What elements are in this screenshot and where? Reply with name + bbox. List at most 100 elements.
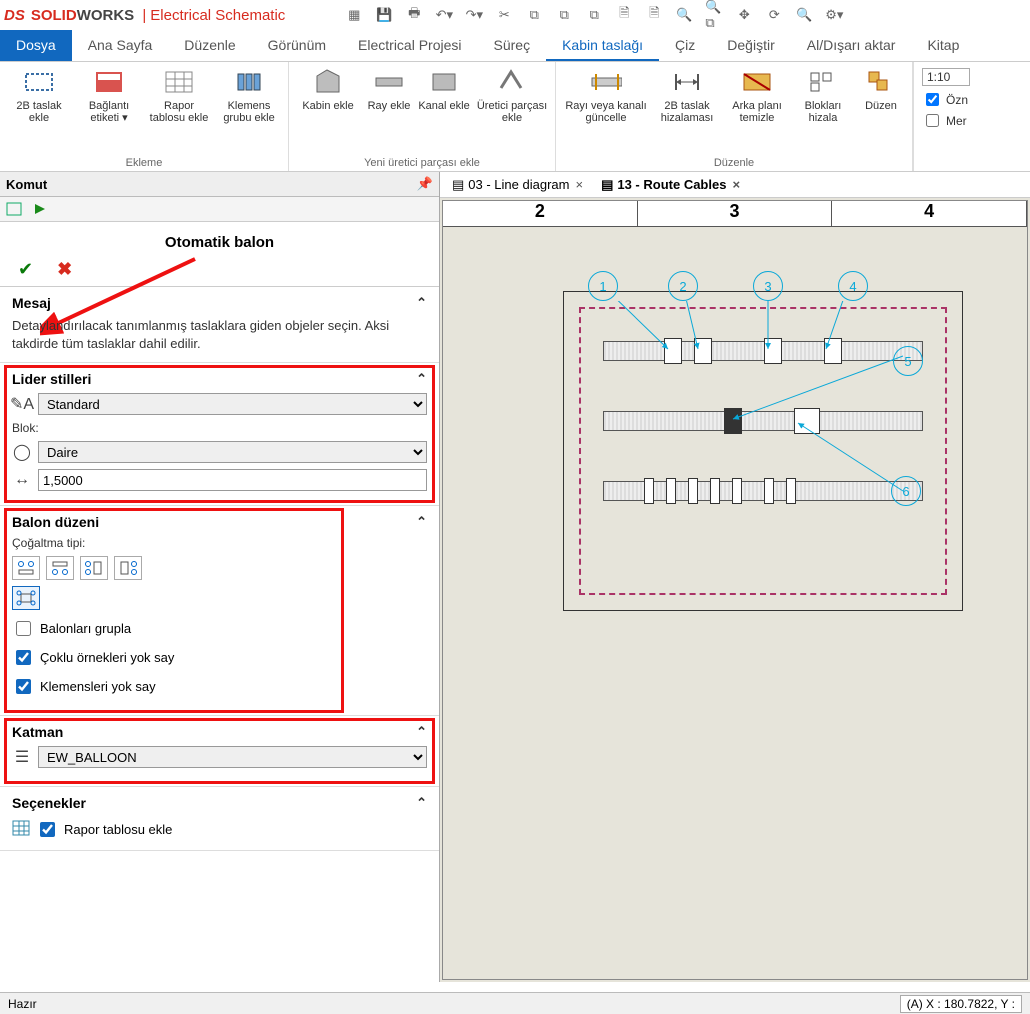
save-icon[interactable]: 💾	[375, 6, 393, 24]
menu-project[interactable]: Electrical Projesi	[342, 30, 477, 61]
app-brand: SOLIDWORKS |Electrical Schematic	[31, 7, 285, 24]
scale-select[interactable]: 1:10	[922, 68, 970, 86]
ribbon: 2B taslak ekle Bağlantı etiketi ▾ Rapor …	[0, 62, 1030, 172]
zoomarea-icon[interactable]: 🔍⧉	[705, 6, 723, 24]
chk-rapor[interactable]: Rapor tablosu ekle	[12, 819, 427, 840]
zoom-icon[interactable]: 🔍	[675, 6, 693, 24]
katman-select[interactable]: EW_BALLOON	[38, 746, 427, 768]
rb-duzen[interactable]: Düzen	[856, 64, 906, 155]
ribbon-right-options: 1:10 Özn Mer	[913, 62, 983, 171]
menu-edit[interactable]: Düzenle	[168, 30, 251, 61]
section-lider: Lider stilleri⌃ ✎A Standard Blok: ◯ Dair…	[0, 363, 439, 506]
menu-file[interactable]: Dosya	[0, 30, 72, 61]
section-secenekler: Seçenekler⌃ Rapor tablosu ekle	[0, 787, 439, 851]
rb-kanal[interactable]: Kanal ekle	[417, 64, 471, 155]
doc-tab-2[interactable]: ▤13 - Route Cables×	[595, 175, 748, 195]
opt-ozn[interactable]: Özn	[922, 90, 975, 109]
ribbon-group-label-1: Ekleme	[6, 155, 282, 171]
status-bar: Hazır (A) X : 180.7822, Y :	[0, 992, 1030, 1014]
ribbon-group-label-3: Düzenle	[562, 155, 906, 171]
doc-icon: ▤	[601, 177, 613, 193]
status-ready: Hazır	[8, 997, 37, 1011]
rb-conn-label[interactable]: Bağlantı etiketi ▾	[76, 64, 142, 155]
pan-icon[interactable]: ✥	[735, 6, 753, 24]
rb-rayguncelle[interactable]: Rayı veya kanalı güncelle	[562, 64, 650, 155]
balloon-4[interactable]: 4	[838, 271, 868, 301]
menu-view[interactable]: Görünüm	[252, 30, 342, 61]
pattern-top-icon[interactable]	[12, 556, 40, 580]
leader-lines	[573, 301, 953, 601]
pattern-left-icon[interactable]	[80, 556, 108, 580]
menu-importexport[interactable]: Al/Dışarı aktar	[791, 30, 912, 61]
collapse-icon[interactable]: ⌃	[416, 795, 427, 811]
pin-icon[interactable]: 📌	[417, 176, 433, 192]
mesaj-body: Detaylandırılacak tanımlanmış taslaklara…	[12, 317, 427, 352]
doc-tab-1[interactable]: ▤03 - Line diagram×	[446, 175, 591, 195]
balloon-6[interactable]: 6	[891, 476, 921, 506]
balloon-shape-icon: ◯	[12, 442, 32, 462]
undo-icon[interactable]: ↶▾	[435, 6, 453, 24]
document-tabs: ▤03 - Line diagram× ▤13 - Route Cables×	[440, 172, 1030, 198]
section-mesaj: Mesaj⌃ Detaylandırılacak tanımlanmış tas…	[0, 287, 439, 363]
pattern-around-icon[interactable]	[12, 586, 40, 610]
cancel-button[interactable]: ✖	[57, 259, 72, 280]
paste2-icon[interactable]: ⧉	[585, 6, 603, 24]
menu-draw[interactable]: Çiz	[659, 30, 711, 61]
chk-grupla[interactable]: Balonları grupla	[12, 618, 427, 639]
collapse-icon[interactable]: ⌃	[416, 724, 427, 740]
balloon-1[interactable]: 1	[588, 271, 618, 301]
section-katman: Katman⌃ ☰ EW_BALLOON	[0, 716, 439, 787]
search-icon[interactable]: 🔍	[795, 6, 813, 24]
chk-coklu[interactable]: Çoklu örnekleri yok say	[12, 647, 427, 668]
redo-icon[interactable]: ↷▾	[465, 6, 483, 24]
refresh-icon[interactable]: ⟳	[765, 6, 783, 24]
new-icon[interactable]: ▦	[345, 6, 363, 24]
balloon-2[interactable]: 2	[668, 271, 698, 301]
ribbon-group-label-2: Yeni üretici parçası ekle	[295, 155, 549, 171]
menu-bar: Dosya Ana Sayfa Düzenle Görünüm Electric…	[0, 30, 1030, 62]
menu-process[interactable]: Süreç	[478, 30, 547, 61]
rb-hizalama[interactable]: 2B taslak hizalaması	[654, 64, 720, 155]
cut-icon[interactable]: ✂	[495, 6, 513, 24]
rb-kabin[interactable]: Kabin ekle	[295, 64, 361, 155]
balloon-5[interactable]: 5	[893, 346, 923, 376]
ok-button[interactable]: ✔	[18, 259, 33, 280]
close-icon[interactable]: ×	[573, 177, 585, 192]
rb-blok[interactable]: Blokları hizala	[794, 64, 852, 155]
balloon-3[interactable]: 3	[753, 271, 783, 301]
size-input[interactable]	[38, 469, 427, 491]
drawing-canvas[interactable]: 2 3 4	[442, 200, 1028, 980]
opt-mer[interactable]: Mer	[922, 111, 975, 130]
menu-home[interactable]: Ana Sayfa	[72, 30, 169, 61]
chk-klemens[interactable]: Klemensleri yok say	[12, 676, 427, 697]
tool-play-icon[interactable]	[30, 199, 50, 219]
drawing-ruler: 2 3 4	[443, 201, 1027, 227]
rb-klemens[interactable]: Klemens grubu ekle	[216, 64, 282, 155]
collapse-icon[interactable]: ⌃	[416, 295, 427, 311]
rb-uretici[interactable]: Üretici parçası ekle	[475, 64, 549, 155]
collapse-icon[interactable]: ⌃	[416, 514, 427, 530]
menu-change[interactable]: Değiştir	[711, 30, 790, 61]
blok-select[interactable]: Daire	[38, 441, 427, 463]
menu-book[interactable]: Kitap	[911, 30, 975, 61]
doc-icon: ▤	[452, 177, 464, 193]
rb-add-outline[interactable]: 2B taslak ekle	[6, 64, 72, 155]
paste-icon[interactable]: ⧉	[555, 6, 573, 24]
collapse-icon[interactable]: ⌃	[416, 371, 427, 387]
copy-icon[interactable]: ⧉	[525, 6, 543, 24]
table-icon	[12, 820, 30, 839]
rb-arka[interactable]: Arka planı temizle	[724, 64, 790, 155]
pattern-bottom-icon[interactable]	[46, 556, 74, 580]
rb-report[interactable]: Rapor tablosu ekle	[146, 64, 212, 155]
komut-pane-header: Komut 📌	[0, 172, 439, 197]
menu-cabinet[interactable]: Kabin taslağı	[546, 30, 659, 61]
doc2-icon[interactable]: 🗎	[645, 6, 663, 24]
tool-rect-icon[interactable]	[4, 199, 24, 219]
doc1-icon[interactable]: 🗎	[615, 6, 633, 24]
gear-icon[interactable]: ⚙▾	[825, 6, 843, 24]
close-icon[interactable]: ×	[730, 177, 742, 192]
lider-style-select[interactable]: Standard	[38, 393, 427, 415]
pattern-right-icon[interactable]	[114, 556, 142, 580]
print-icon[interactable]: 🖶	[405, 6, 423, 24]
rb-ray[interactable]: Ray ekle	[365, 64, 413, 155]
